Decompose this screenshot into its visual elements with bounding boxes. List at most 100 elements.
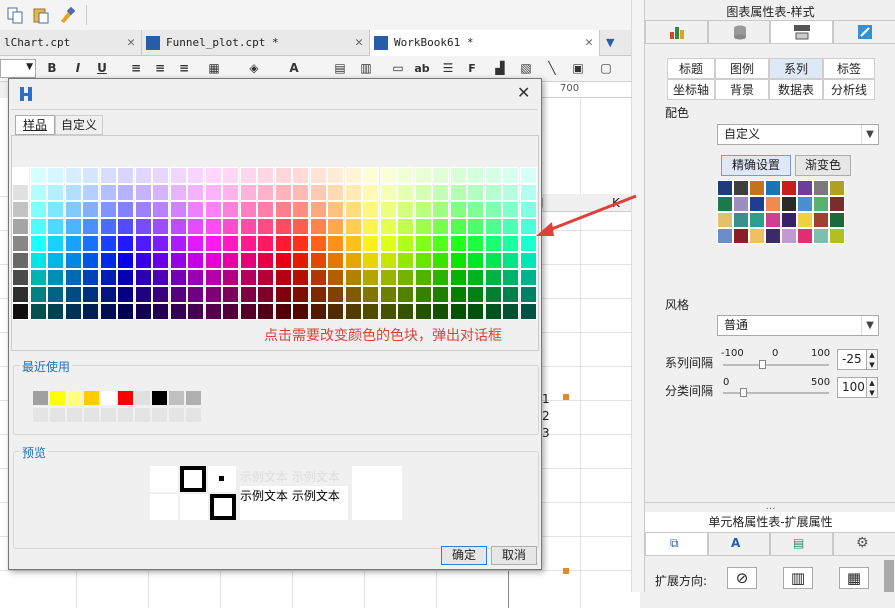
color-swatch[interactable] — [292, 184, 309, 201]
color-swatch[interactable] — [309, 184, 327, 201]
color-swatch[interactable] — [502, 167, 519, 184]
handle[interactable] — [563, 568, 569, 574]
recent-color-swatch[interactable] — [134, 407, 151, 423]
recent-color-swatch[interactable] — [151, 407, 168, 423]
color-swatch[interactable] — [187, 235, 204, 252]
color-swatch[interactable] — [379, 218, 397, 235]
color-swatch[interactable] — [12, 184, 29, 201]
color-swatch[interactable] — [222, 286, 239, 303]
color-swatch[interactable] — [274, 252, 292, 269]
color-swatch[interactable] — [414, 235, 432, 252]
color-swatch[interactable] — [64, 303, 82, 320]
tab-cell-other[interactable]: ▤ — [770, 532, 833, 556]
align-left-icon[interactable]: ≡ — [128, 60, 144, 77]
series-gap-slider[interactable] — [723, 364, 829, 366]
tab-cell-style[interactable]: A — [708, 532, 770, 556]
palette-swatch[interactable] — [733, 212, 749, 228]
color-swatch[interactable] — [327, 269, 344, 286]
color-swatch[interactable] — [414, 303, 432, 320]
color-swatch[interactable] — [257, 252, 274, 269]
color-swatch[interactable] — [257, 269, 274, 286]
subtab-axis[interactable]: 坐标轴 — [667, 79, 715, 100]
style-select[interactable]: 普通 ▼ — [717, 315, 879, 336]
color-swatch[interactable] — [239, 252, 257, 269]
color-swatch[interactable] — [519, 252, 537, 269]
ok-button[interactable]: 确定 — [441, 546, 487, 565]
color-swatch[interactable] — [169, 286, 187, 303]
palette-swatch[interactable] — [717, 180, 733, 196]
color-swatch[interactable] — [484, 252, 502, 269]
spin-arrows[interactable]: ▲ ▼ — [866, 349, 878, 370]
color-swatch[interactable] — [362, 252, 379, 269]
line-icon[interactable]: ╲ — [544, 60, 560, 77]
color-swatch[interactable] — [187, 303, 204, 320]
color-swatch[interactable] — [257, 201, 274, 218]
color-swatch[interactable] — [29, 218, 47, 235]
color-swatch[interactable] — [257, 184, 274, 201]
color-swatch[interactable] — [239, 167, 257, 184]
palette-swatch[interactable] — [749, 196, 765, 212]
color-swatch[interactable] — [449, 167, 467, 184]
color-swatch[interactable] — [152, 218, 169, 235]
color-swatch[interactable] — [379, 184, 397, 201]
color-swatch[interactable] — [99, 218, 117, 235]
color-swatch[interactable] — [502, 218, 519, 235]
color-swatch[interactable] — [64, 235, 82, 252]
color-swatch[interactable] — [502, 184, 519, 201]
color-swatch[interactable] — [432, 286, 449, 303]
color-swatch[interactable] — [99, 167, 117, 184]
color-swatch[interactable] — [327, 303, 344, 320]
color-swatch[interactable] — [222, 235, 239, 252]
color-swatch[interactable] — [134, 269, 152, 286]
palette-swatch[interactable] — [829, 212, 845, 228]
color-swatch[interactable] — [432, 218, 449, 235]
subtab-title[interactable]: 标题 — [667, 58, 715, 79]
palette-swatch[interactable] — [829, 196, 845, 212]
color-swatch[interactable] — [467, 201, 484, 218]
color-swatch[interactable] — [134, 218, 152, 235]
color-swatch[interactable] — [274, 184, 292, 201]
color-swatch[interactable] — [467, 252, 484, 269]
subtab-datasheet[interactable]: 数据表 — [769, 79, 823, 100]
color-swatch[interactable] — [134, 286, 152, 303]
color-swatch[interactable] — [292, 235, 309, 252]
color-swatch[interactable] — [12, 218, 29, 235]
color-swatch[interactable] — [169, 252, 187, 269]
color-swatch[interactable] — [379, 286, 397, 303]
color-swatch[interactable] — [117, 167, 134, 184]
color-swatch[interactable] — [239, 303, 257, 320]
color-swatch[interactable] — [397, 218, 414, 235]
palette-swatch[interactable] — [717, 196, 733, 212]
recent-color-swatch[interactable] — [100, 407, 117, 423]
underline-button[interactable]: U — [94, 60, 110, 77]
color-swatch[interactable] — [449, 184, 467, 201]
color-swatch[interactable] — [117, 269, 134, 286]
palette-swatch[interactable] — [781, 212, 797, 228]
handle[interactable] — [563, 394, 569, 400]
color-swatch[interactable] — [379, 252, 397, 269]
color-swatch[interactable] — [327, 201, 344, 218]
palette-swatch[interactable] — [765, 180, 781, 196]
color-swatch[interactable] — [29, 286, 47, 303]
close-icon[interactable]: ✕ — [355, 30, 363, 56]
color-swatch[interactable] — [484, 303, 502, 320]
italic-button[interactable]: I — [70, 60, 86, 77]
color-palette[interactable] — [717, 180, 847, 244]
color-swatch[interactable] — [64, 167, 82, 184]
color-swatch[interactable] — [152, 286, 169, 303]
color-swatch[interactable] — [187, 184, 204, 201]
splitter[interactable]: … — [645, 502, 895, 512]
color-swatch[interactable] — [519, 167, 537, 184]
color-swatch[interactable] — [152, 235, 169, 252]
color-swatch[interactable] — [414, 218, 432, 235]
color-swatch[interactable] — [484, 201, 502, 218]
color-swatch[interactable] — [222, 167, 239, 184]
color-swatch[interactable] — [187, 252, 204, 269]
color-swatch[interactable] — [397, 286, 414, 303]
tab-list-icon[interactable]: ▼ — [606, 36, 626, 50]
color-swatch[interactable] — [99, 201, 117, 218]
color-swatch[interactable] — [82, 218, 99, 235]
color-swatch[interactable] — [432, 252, 449, 269]
color-swatch[interactable] — [239, 218, 257, 235]
color-swatch[interactable] — [257, 235, 274, 252]
